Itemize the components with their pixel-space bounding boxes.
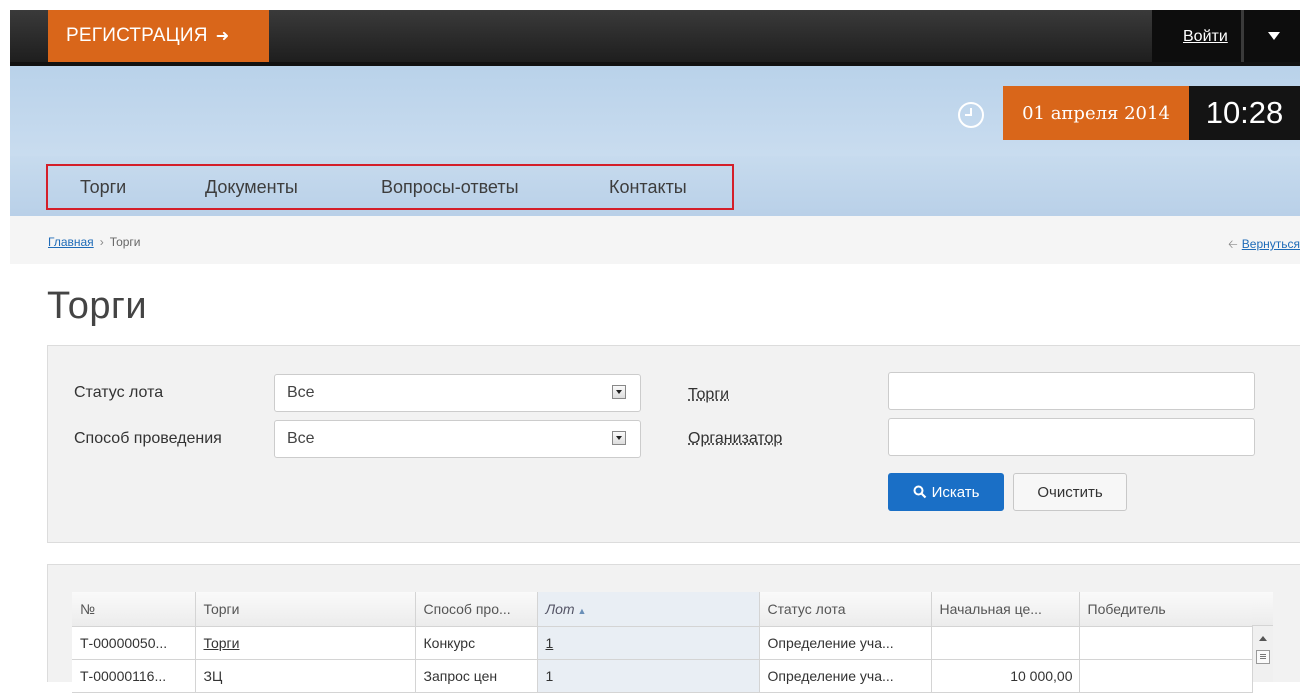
table-cell-link[interactable]: 1 <box>537 626 760 660</box>
lot-status-value: Все <box>287 384 315 401</box>
scroll-thumb[interactable] <box>1256 650 1270 664</box>
breadcrumb-separator: › <box>99 235 104 249</box>
organizer-input[interactable] <box>888 418 1255 456</box>
table-cell <box>931 626 1080 660</box>
column-header[interactable]: Победитель <box>1079 592 1253 627</box>
breadcrumb-band <box>10 216 1300 264</box>
table-cell: 1 <box>537 659 760 693</box>
column-header-label: Лот <box>545 600 575 617</box>
column-header[interactable]: № <box>72 592 196 627</box>
table-header-row: № Торги Способ про... Лот ▲ Статус лота Н… <box>72 592 1253 627</box>
auctions-filter-label[interactable]: Торги <box>688 386 729 404</box>
register-button[interactable]: РЕГИСТРАЦИЯ ➜ <box>48 10 269 62</box>
dropdown-caret-icon[interactable] <box>1268 32 1280 40</box>
breadcrumb-current: Торги <box>109 235 141 249</box>
page-title: Торги <box>47 285 148 327</box>
table-cell: ЗЦ <box>195 659 416 693</box>
table-cell <box>1079 659 1253 693</box>
method-label: Способ проведения <box>74 430 222 447</box>
arrow-left-icon: 🡠 <box>1228 237 1238 251</box>
table-cell: Конкурс <box>415 626 538 660</box>
table-cell: Определение уча... <box>759 626 932 660</box>
table-header-corner <box>1252 592 1273 626</box>
table-cell: 10 000,00 <box>931 659 1080 693</box>
column-header-sorted[interactable]: Лот ▲ <box>537 592 760 627</box>
organizer-filter-label[interactable]: Организатор <box>688 430 782 448</box>
table-cell: Определение уча... <box>759 659 932 693</box>
table-cell: Т-00000050... <box>72 626 196 660</box>
back-link-label: Вернуться <box>1241 237 1300 251</box>
current-date: 01 апреля 2014 <box>1003 86 1189 140</box>
nav-item-faq[interactable]: Вопросы-ответы <box>381 177 519 198</box>
lot-status-label: Статус лота <box>74 384 164 401</box>
lot-status-select[interactable]: Все <box>274 374 641 412</box>
auctions-input[interactable] <box>888 372 1255 410</box>
column-header[interactable]: Способ про... <box>415 592 538 627</box>
nav-item-documents[interactable]: Документы <box>205 177 298 198</box>
table-row[interactable]: Т-00000050... Торги Конкурс 1 Определени… <box>72 626 1253 660</box>
search-icon <box>913 485 926 499</box>
clear-button-label: Очистить <box>1037 483 1103 501</box>
current-time: 10:28 <box>1189 86 1300 140</box>
column-header[interactable]: Начальная це... <box>931 592 1080 627</box>
table-cell: Запрос цен <box>415 659 538 693</box>
table-row[interactable]: Т-00000116... ЗЦ Запрос цен 1 Определени… <box>72 659 1253 693</box>
search-button-label: Искать <box>931 483 980 501</box>
sort-ascending-icon: ▲ <box>577 605 587 616</box>
table-cell: Т-00000116... <box>72 659 196 693</box>
method-value: Все <box>287 430 315 447</box>
nav-item-auctions[interactable]: Торги <box>80 177 126 198</box>
results-table: № Торги Способ про... Лот ▲ Статус лота Н… <box>72 592 1253 693</box>
breadcrumb-home-link[interactable]: Главная <box>48 235 94 249</box>
clear-button[interactable]: Очистить <box>1013 473 1127 511</box>
table-cell-link[interactable]: Торги <box>195 626 416 660</box>
arrow-right-icon: ➜ <box>215 28 230 45</box>
column-header[interactable]: Торги <box>195 592 416 627</box>
method-select[interactable]: Все <box>274 420 641 458</box>
table-scrollbar[interactable] <box>1252 626 1273 682</box>
table-cell <box>1079 626 1253 660</box>
chevron-down-icon[interactable] <box>612 431 626 445</box>
breadcrumb: Главная › Торги <box>48 235 141 249</box>
clock-icon <box>958 102 984 128</box>
chevron-down-icon[interactable] <box>612 385 626 399</box>
login-link[interactable]: Войти <box>1183 28 1228 46</box>
back-link[interactable]: 🡠 Вернуться <box>1228 235 1300 256</box>
scroll-up-icon[interactable] <box>1259 636 1267 641</box>
login-separator <box>1241 10 1244 62</box>
column-header[interactable]: Статус лота <box>759 592 932 627</box>
nav-item-contacts[interactable]: Контакты <box>609 177 687 198</box>
search-button[interactable]: Искать <box>888 473 1004 511</box>
register-label: РЕГИСТРАЦИЯ <box>66 25 208 46</box>
